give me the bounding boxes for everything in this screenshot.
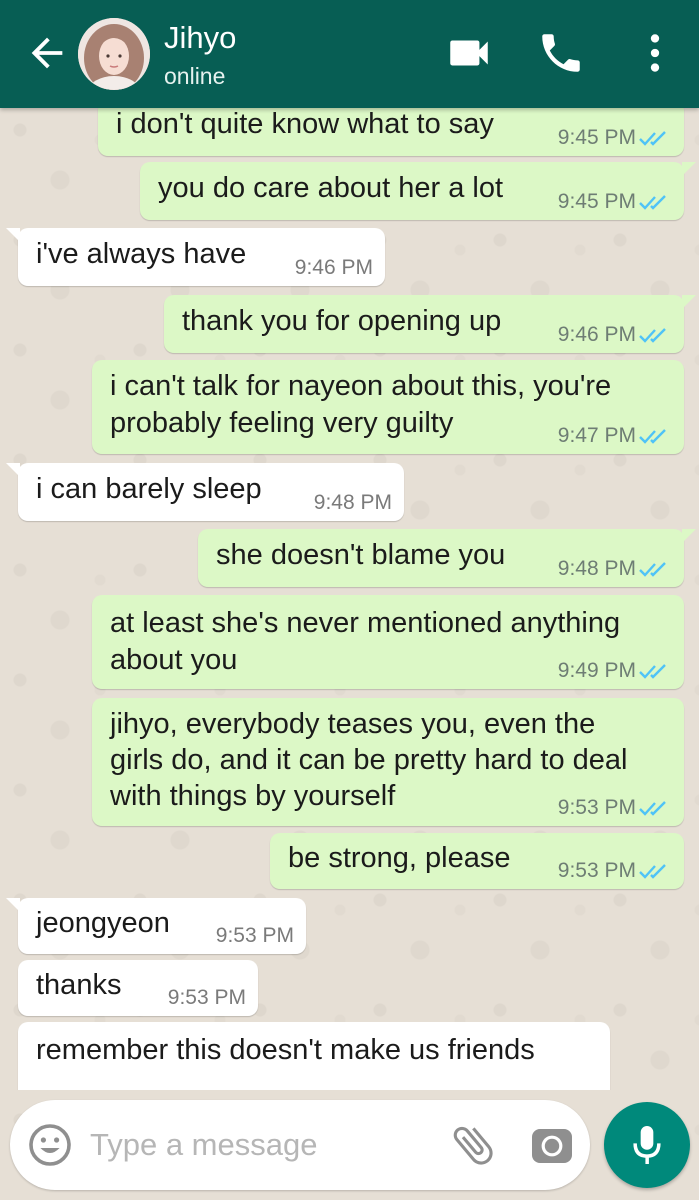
message-time: 9:46 PM <box>557 323 636 346</box>
message-composer <box>10 1100 590 1190</box>
incoming-message[interactable]: remember this doesn't make us friends <box>18 1022 610 1090</box>
message-list[interactable]: i don't quite know what to say 9:45 PM y… <box>0 108 699 1090</box>
more-vert-icon <box>650 34 660 72</box>
message-meta: 9:46 PM <box>295 256 373 280</box>
message-text: i've always have <box>36 238 247 270</box>
message-text: thanks <box>36 969 122 1001</box>
voice-message-button[interactable] <box>604 1102 690 1188</box>
message-meta: 9:49 PM <box>558 659 670 683</box>
message-text: you do care about her a lot <box>158 172 504 204</box>
read-ticks-icon <box>639 328 666 343</box>
message-meta: 9:47 PM <box>558 424 670 448</box>
message-time: 9:46 PM <box>294 256 373 279</box>
message-meta: 9:53 PM <box>558 796 670 820</box>
chat-header: Jihyo online <box>0 0 699 108</box>
read-ticks-icon <box>639 801 666 816</box>
message-text: i can barely sleep <box>36 473 262 505</box>
read-ticks-icon <box>639 195 666 210</box>
microphone-icon <box>633 1126 661 1164</box>
outgoing-message[interactable]: she doesn't blame you 9:48 PM <box>198 529 696 587</box>
message-text-line: with things by yourself <box>110 780 396 812</box>
message-time: 9:48 PM <box>557 557 636 580</box>
incoming-message[interactable]: i can barely sleep 9:48 PM <box>6 463 404 521</box>
message-text-line: i can't talk for nayeon about this, you'… <box>110 370 612 402</box>
message-meta: 9:53 PM <box>168 986 246 1010</box>
message-meta: 9:45 PM <box>558 190 670 214</box>
message-time: 9:53 PM <box>557 859 636 882</box>
message-text-line: about you <box>110 644 238 676</box>
message-text: thank you for opening up <box>182 305 502 337</box>
outgoing-message[interactable]: jihyo, everybody teases you, even the gi… <box>92 698 684 826</box>
read-ticks-icon <box>639 664 666 679</box>
message-text-line: jihyo, everybody teases you, even the <box>110 708 596 740</box>
message-text-line: girls do, and it can be pretty hard to d… <box>110 744 628 776</box>
profile-photo <box>78 18 150 90</box>
message-text: i don't quite know what to say <box>116 108 494 140</box>
message-time: 9:45 PM <box>557 126 636 149</box>
message-text: jeongyeon <box>36 907 170 939</box>
message-text-line: probably feeling very guilty <box>110 407 454 439</box>
read-ticks-icon <box>639 864 666 879</box>
message-time: 9:48 PM <box>313 491 392 514</box>
phone-icon <box>542 34 580 72</box>
read-ticks-icon <box>639 562 666 577</box>
message-meta: 9:46 PM <box>558 323 670 347</box>
outgoing-message[interactable]: at least she's never mentioned anything … <box>92 595 684 689</box>
voice-call-button[interactable] <box>536 28 586 78</box>
incoming-message[interactable]: thanks 9:53 PM <box>18 960 258 1016</box>
outgoing-message[interactable]: you do care about her a lot 9:45 PM <box>140 162 696 220</box>
attach-button[interactable] <box>448 1120 498 1170</box>
camera-icon <box>532 1129 572 1163</box>
incoming-message[interactable]: i've always have 9:46 PM <box>6 228 385 286</box>
message-text-line: at least she's never mentioned anything <box>110 607 621 639</box>
contact-name[interactable]: Jihyo <box>164 20 236 56</box>
outgoing-message[interactable]: i don't quite know what to say 9:45 PM <box>98 108 684 156</box>
outgoing-message[interactable]: thank you for opening up 9:46 PM <box>164 295 696 353</box>
camera-button[interactable] <box>528 1121 576 1169</box>
paperclip-icon <box>453 1126 493 1165</box>
video-camera-icon <box>450 40 488 66</box>
emoji-button[interactable] <box>26 1121 74 1169</box>
message-input[interactable] <box>90 1118 430 1172</box>
message-time: 9:45 PM <box>557 190 636 213</box>
incoming-message[interactable]: jeongyeon 9:53 PM <box>6 898 306 954</box>
video-call-button[interactable] <box>444 28 494 78</box>
message-time: 9:53 PM <box>167 986 246 1009</box>
message-time: 9:53 PM <box>557 796 636 819</box>
message-meta: 9:53 PM <box>558 859 670 883</box>
message-time: 9:47 PM <box>557 424 636 447</box>
back-button[interactable] <box>24 30 70 76</box>
message-meta: 9:45 PM <box>558 126 670 150</box>
message-time: 9:53 PM <box>215 924 294 947</box>
message-text: remember this doesn't make us friends <box>36 1034 535 1066</box>
message-meta: 9:53 PM <box>216 924 294 948</box>
arrow-back-icon <box>31 37 63 69</box>
message-text: be strong, please <box>288 842 511 874</box>
message-text: she doesn't blame you <box>216 539 506 571</box>
outgoing-message[interactable]: be strong, please 9:53 PM <box>270 833 684 889</box>
contact-status: online <box>164 63 226 89</box>
message-time: 9:49 PM <box>557 659 636 682</box>
emoji-icon <box>29 1124 71 1166</box>
message-meta: 9:48 PM <box>314 491 392 515</box>
read-ticks-icon <box>639 429 666 444</box>
avatar[interactable] <box>78 18 150 90</box>
read-ticks-icon <box>639 131 666 146</box>
message-meta: 9:48 PM <box>558 557 670 581</box>
more-options-button[interactable] <box>630 28 680 78</box>
outgoing-message[interactable]: i can't talk for nayeon about this, you'… <box>92 360 684 454</box>
